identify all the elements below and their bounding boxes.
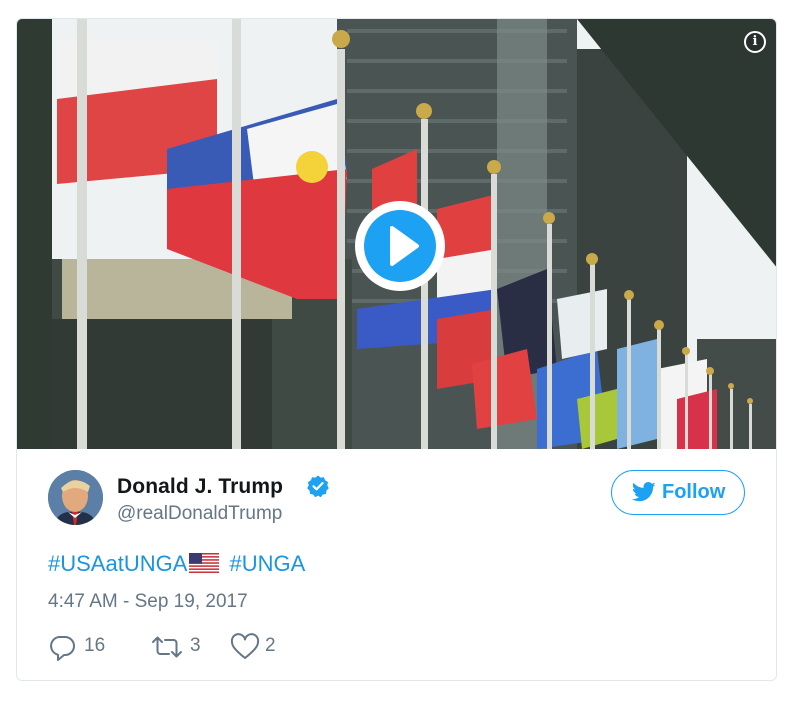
follow-label: Follow	[662, 481, 726, 503]
retweet-icon	[152, 636, 182, 658]
heart-icon	[230, 633, 260, 659]
play-icon	[390, 226, 419, 266]
like-button[interactable]: 2	[230, 631, 290, 661]
follow-button[interactable]: Follow	[611, 470, 745, 515]
hashtag-link[interactable]: #UNGA	[230, 551, 306, 576]
avatar-image	[48, 470, 103, 525]
tweet-card: i Donald J. Trump @realDonaldTrump Follo…	[16, 18, 777, 681]
like-count: 2	[265, 635, 276, 656]
author-handle[interactable]: @realDonaldTrump	[117, 503, 282, 525]
verified-badge-icon	[307, 475, 329, 498]
twitter-bird-icon	[632, 482, 656, 502]
video-player[interactable]: i	[17, 19, 776, 449]
reply-count: 16	[84, 635, 106, 656]
hashtag-link[interactable]: #USAatUNGA	[48, 551, 187, 576]
author-name[interactable]: Donald J. Trump	[117, 475, 283, 499]
play-button[interactable]	[355, 201, 445, 291]
avatar[interactable]	[48, 470, 103, 525]
retweet-count: 3	[190, 635, 201, 656]
retweet-button[interactable]: 3	[150, 631, 210, 661]
tweet-timestamp[interactable]: 4:47 AM - Sep 19, 2017	[48, 591, 248, 613]
reply-icon	[50, 636, 75, 661]
tweet-text: #USAatUNGA #UNGA	[48, 551, 305, 577]
us-flag-emoji	[189, 553, 220, 573]
reply-button[interactable]: 16	[48, 631, 118, 661]
info-icon[interactable]: i	[744, 31, 766, 53]
